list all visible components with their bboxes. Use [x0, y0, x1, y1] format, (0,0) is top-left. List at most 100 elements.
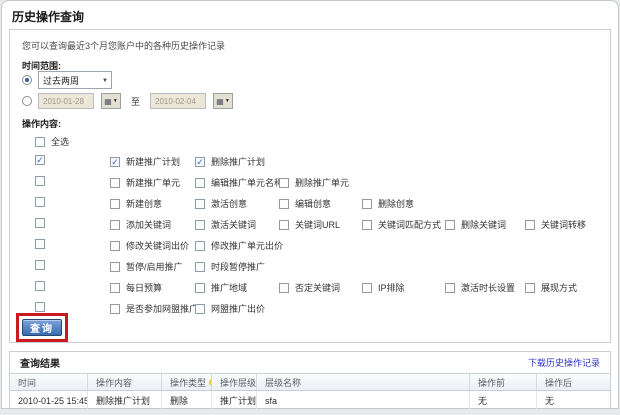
date-to-input[interactable]: 2010-02-04: [150, 93, 206, 109]
checkbox-icon[interactable]: ✓: [195, 157, 205, 167]
checkbox-icon[interactable]: [35, 260, 45, 270]
checkbox-icon[interactable]: [110, 178, 120, 188]
checkbox-icon[interactable]: [110, 262, 120, 272]
radio-custom-range[interactable]: [22, 96, 32, 106]
operation-checkbox-item[interactable]: 关键词URL: [279, 218, 340, 231]
operation-checkbox-item[interactable]: [35, 302, 45, 312]
checkbox-icon[interactable]: [362, 283, 372, 293]
operation-checkbox-item[interactable]: ✓新建推广计划: [110, 155, 180, 168]
checkbox-label: 编辑创意: [295, 197, 331, 210]
time-custom-row: 2010-01-28 ▦▼ 至 2010-02-04 ▦▼: [22, 93, 233, 109]
operation-row: 修改关键词出价 修改推广单元出价: [10, 235, 612, 256]
operation-checkbox-item[interactable]: 网盟推广出价: [195, 302, 265, 315]
operation-checkbox-item[interactable]: [35, 239, 45, 249]
checkbox-icon[interactable]: [35, 281, 45, 291]
checkbox-icon[interactable]: [35, 218, 45, 228]
checkbox-icon[interactable]: [195, 178, 205, 188]
checkbox-icon[interactable]: [445, 220, 455, 230]
checkbox-icon[interactable]: [362, 220, 372, 230]
operation-checkbox-item[interactable]: IP排除: [362, 281, 405, 294]
calendar-icon[interactable]: ▦▼: [101, 93, 121, 109]
radio-preset[interactable]: [22, 75, 32, 85]
operation-checkbox-item[interactable]: 推广地域: [195, 281, 247, 294]
operation-checkbox-item[interactable]: 删除创意: [362, 197, 414, 210]
operation-checkbox-item[interactable]: 时段暂停推广: [195, 260, 265, 273]
checkbox-icon[interactable]: [110, 199, 120, 209]
results-header: 查询结果 下载历史操作记录: [10, 352, 610, 373]
checkbox-icon[interactable]: [35, 302, 45, 312]
operation-checkbox-item[interactable]: 编辑推广单元名称: [195, 176, 283, 189]
operation-checkbox-item[interactable]: 修改关键词出价: [110, 239, 189, 252]
checkbox-icon[interactable]: [525, 283, 535, 293]
operation-checkbox-item[interactable]: 是否参加网盟推广: [110, 302, 198, 315]
checkbox-icon[interactable]: [35, 176, 45, 186]
checkbox-label: 删除推广单元: [295, 176, 349, 189]
operation-checkbox-item[interactable]: 激活关键词: [195, 218, 256, 231]
operation-checkbox-item[interactable]: 否定关键词: [279, 281, 340, 294]
checkbox-icon[interactable]: [525, 220, 535, 230]
checkbox-icon[interactable]: [35, 137, 45, 147]
checkbox-icon[interactable]: [279, 220, 289, 230]
checkbox-icon[interactable]: [279, 283, 289, 293]
table-cell: 无: [537, 391, 610, 410]
calendar-grid-glyph: ▦: [216, 97, 224, 106]
checkbox-icon[interactable]: [110, 283, 120, 293]
checkbox-label: 修改推广单元出价: [211, 239, 283, 252]
operation-checkbox-item[interactable]: 展现方式: [525, 281, 577, 294]
operation-checkbox-item[interactable]: 关键词转移: [525, 218, 586, 231]
operation-checkbox-item[interactable]: [35, 197, 45, 207]
operation-checkbox-item[interactable]: ✓: [35, 155, 45, 165]
operation-checkbox-item[interactable]: 新建推广单元: [110, 176, 180, 189]
checkbox-icon[interactable]: [279, 178, 289, 188]
checkbox-icon[interactable]: [110, 304, 120, 314]
operation-checkbox-item[interactable]: 激活创意: [195, 197, 247, 210]
checkbox-icon[interactable]: [110, 241, 120, 251]
operation-row: 暂停/启用推广时段暂停推广: [10, 256, 612, 277]
operation-checkbox-item[interactable]: [35, 176, 45, 186]
operation-checkbox-item[interactable]: 关键词匹配方式: [362, 218, 441, 231]
table-cell: 删除推广计划: [88, 391, 162, 410]
operation-row: 是否参加网盟推广网盟推广出价: [10, 298, 612, 319]
download-history-link[interactable]: 下载历史操作记录: [528, 356, 600, 369]
page: 历史操作查询 您可以查询最近3个月您账户中的各种历史操作记录 时间范围: 过去两…: [0, 0, 620, 415]
checkbox-icon[interactable]: [279, 199, 289, 209]
operation-checkbox-item[interactable]: 删除关键词: [445, 218, 506, 231]
checkbox-icon[interactable]: [110, 220, 120, 230]
operation-checkbox-item[interactable]: 每日预算: [110, 281, 162, 294]
column-header-label: 操作层级: [220, 376, 256, 389]
query-button[interactable]: 查询: [22, 319, 62, 336]
checkbox-icon[interactable]: [195, 199, 205, 209]
operation-checkbox-item[interactable]: ✓删除推广计划: [195, 155, 265, 168]
checkbox-icon[interactable]: [195, 220, 205, 230]
operation-checkbox-item[interactable]: [35, 218, 45, 228]
operation-row: 每日预算 推广地域 否定关键词 IP排除 激活时长设置展现方式: [10, 277, 612, 298]
checkbox-icon[interactable]: [195, 283, 205, 293]
checkbox-icon[interactable]: [362, 199, 372, 209]
table-cell: sfa: [257, 391, 470, 410]
operation-checkbox-item[interactable]: 激活时长设置: [445, 281, 515, 294]
calendar-icon[interactable]: ▦▼: [213, 93, 233, 109]
checkbox-icon[interactable]: [35, 239, 45, 249]
time-preset-select[interactable]: 过去两周 ▼: [38, 71, 112, 89]
table-row: 2010-01-25 15:45:01删除推广计划删除推广计划sfa无无: [10, 391, 610, 410]
date-from-input[interactable]: 2010-01-28: [38, 93, 94, 109]
operation-checkbox-item[interactable]: 修改推广单元出价: [195, 239, 283, 252]
checkbox-icon[interactable]: [195, 241, 205, 251]
select-all-item[interactable]: 全选: [35, 135, 69, 148]
checkbox-icon[interactable]: ✓: [35, 155, 45, 165]
operation-checkbox-item[interactable]: 删除推广单元: [279, 176, 349, 189]
operation-checkbox-item[interactable]: [35, 260, 45, 270]
checkbox-icon[interactable]: [445, 283, 455, 293]
checkbox-label: 关键词转移: [541, 218, 586, 231]
operation-checkbox-item[interactable]: 暂停/启用推广: [110, 260, 183, 273]
checkbox-icon[interactable]: [35, 197, 45, 207]
checkbox-icon[interactable]: ✓: [110, 157, 120, 167]
results-table-body: 2010-01-25 15:45:01删除推广计划删除推广计划sfa无无: [10, 391, 610, 410]
checkbox-icon[interactable]: [195, 304, 205, 314]
operation-row: ✓✓新建推广计划✓删除推广计划: [10, 151, 612, 172]
operation-checkbox-item[interactable]: 编辑创意: [279, 197, 331, 210]
checkbox-icon[interactable]: [195, 262, 205, 272]
operation-checkbox-item[interactable]: 添加关键词: [110, 218, 171, 231]
operation-checkbox-item[interactable]: [35, 281, 45, 291]
operation-checkbox-item[interactable]: 新建创意: [110, 197, 162, 210]
